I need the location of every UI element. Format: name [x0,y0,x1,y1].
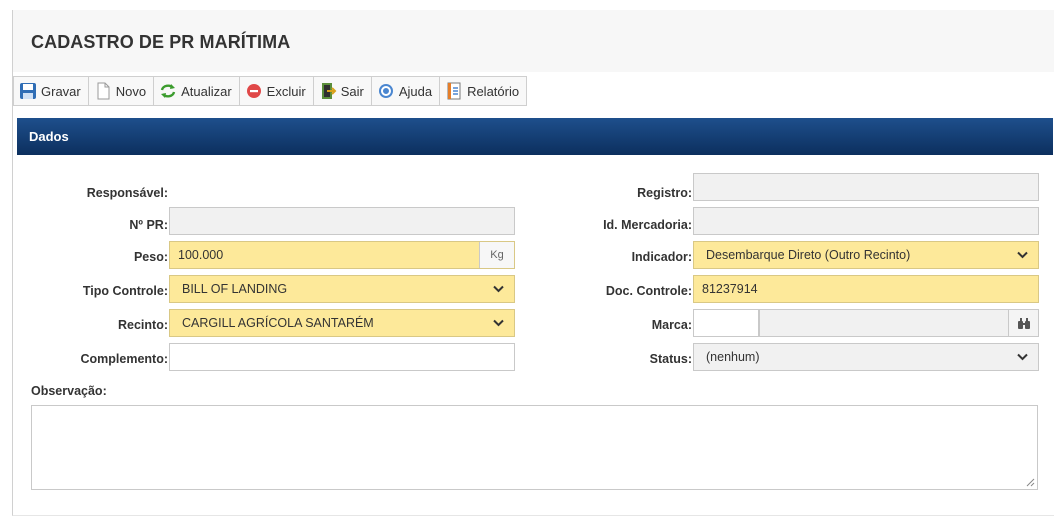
peso-label: Peso: [133,250,168,264]
indicador-value: Desembarque Direto (Outro Recinto) [706,248,911,262]
help-icon [378,84,393,98]
observacao-label: Observação: [31,384,107,398]
id-mercadoria-field[interactable] [693,207,1039,235]
marca-search-button[interactable] [1008,309,1039,337]
id-mercadoria-label: Id. Mercadoria: [603,218,692,232]
new-button-label: Novo [115,83,147,99]
indicador-select[interactable]: Desembarque Direto (Outro Recinto) [693,241,1039,269]
help-button[interactable]: Ajuda [372,77,441,105]
recinto-value: CARGILL AGRÍCOLA SANTARÉM [182,316,374,330]
peso-field[interactable]: 100.000 Kg [169,241,515,269]
doc-controle-label: Doc. Controle: [605,284,692,298]
n-pr-field[interactable] [169,207,515,235]
indicador-label: Indicador: [631,250,692,264]
peso-value: 100.000 [178,248,224,262]
title-bar: CADASTRO DE PR MARÍTIMA [13,10,1054,72]
chevron-down-icon [493,319,504,327]
refresh-button-label: Atualizar [181,83,232,99]
doc-controle-field[interactable]: 81237914 [693,275,1039,303]
exit-icon [321,83,337,99]
page-title: CADASTRO DE PR MARÍTIMA [31,32,291,52]
recinto-select[interactable]: CARGILL AGRÍCOLA SANTARÉM [169,309,515,337]
new-document-icon [97,82,110,100]
registro-field[interactable] [693,173,1039,201]
save-icon [20,83,36,99]
recinto-label: Recinto: [118,318,168,332]
save-button[interactable]: Gravar [14,77,89,105]
status-value: (nenhum) [706,350,760,364]
exit-button[interactable]: Sair [314,77,372,105]
delete-button-label: Excluir [266,83,306,99]
tipo-controle-select[interactable]: BILL OF LANDING [169,275,515,303]
delete-icon [246,84,261,98]
section-header: Dados [17,118,1053,155]
save-button-label: Gravar [41,83,81,99]
marca-label: Marca: [651,318,692,332]
report-icon [447,82,461,100]
refresh-icon [160,84,176,98]
chevron-down-icon [493,285,504,293]
chevron-down-icon [1017,353,1028,361]
chevron-down-icon [1017,251,1028,259]
delete-button[interactable]: Excluir [240,77,314,105]
toolbar: Gravar Novo Atualizar Excluir Sair Ajuda… [13,76,528,106]
binoculars-icon [1018,318,1030,329]
new-button[interactable]: Novo [89,77,155,105]
responsavel-label: Responsável: [86,186,168,200]
form-window: CADASTRO DE PR MARÍTIMA Gravar Novo Atua… [12,10,1054,516]
refresh-button[interactable]: Atualizar [154,77,240,105]
report-button[interactable]: Relatório [440,77,526,105]
marca-code-field[interactable] [693,309,759,337]
status-label: Status: [649,352,692,366]
peso-unit: Kg [479,242,514,268]
complemento-label: Complemento: [80,352,169,366]
registro-label: Registro: [637,186,692,200]
exit-button-label: Sair [340,83,364,99]
status-select[interactable]: (nenhum) [693,343,1039,371]
help-button-label: Ajuda [398,83,433,99]
observacao-textarea[interactable] [31,405,1038,490]
tipo-controle-label: Tipo Controle: [82,284,168,298]
marca-description-field [759,309,1009,337]
complemento-field[interactable] [169,343,515,371]
n-pr-label: Nº PR: [129,218,168,232]
report-button-label: Relatório [467,83,520,99]
resize-grip-icon[interactable] [1026,478,1035,487]
section-title: Dados [29,129,69,144]
tipo-controle-value: BILL OF LANDING [182,282,288,296]
